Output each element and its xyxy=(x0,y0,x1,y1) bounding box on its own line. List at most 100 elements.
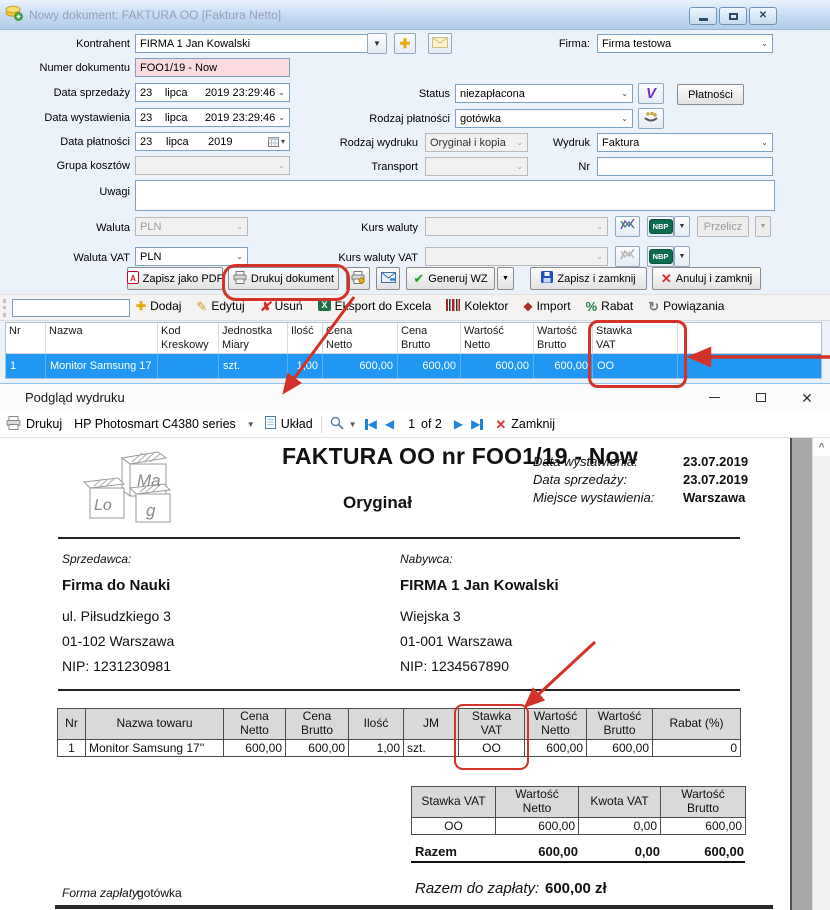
usun-button[interactable]: ✘Usuń xyxy=(260,299,303,313)
maximize-icon xyxy=(729,13,738,20)
item-jm: szt. xyxy=(404,739,459,756)
nbp-vat-dropdown-button[interactable]: ▼ xyxy=(674,246,690,267)
maximize-button[interactable] xyxy=(719,7,747,25)
quick-search-input[interactable] xyxy=(12,299,130,317)
zapisz-pdf-button[interactable]: A Zapisz jako PDF xyxy=(127,267,223,290)
przelicz-button[interactable]: Przelicz xyxy=(697,216,749,237)
preview-drukuj-button[interactable]: Drukuj xyxy=(6,416,62,433)
firma-combo[interactable]: Firma testowa⌄ xyxy=(597,34,773,53)
rodzaj-wydruku-combo[interactable]: Oryginał i kopia⌄ xyxy=(425,133,528,152)
waluta-vat-combo[interactable]: PLN⌄ xyxy=(135,247,248,266)
kurs-waluty-combo[interactable]: ⌄ xyxy=(425,217,608,236)
nbp-vat-button[interactable]: NBP xyxy=(647,246,674,267)
generuj-wz-dropdown-button[interactable]: ▼ xyxy=(497,267,514,290)
data-sprzedazy-field[interactable]: 23 lipca 2019 23:29:46 ⌄ xyxy=(135,83,290,102)
exchange-chart-button[interactable] xyxy=(615,216,640,237)
print-settings-button[interactable] xyxy=(346,267,370,290)
data-platnosci-field[interactable]: 23 lipca 2019 ▾ xyxy=(135,132,290,151)
toolbar-grip[interactable] xyxy=(3,299,6,317)
minimize-icon xyxy=(699,18,708,21)
chart-icon xyxy=(620,218,635,236)
zapisz-zamknij-button[interactable]: Zapisz i zamknij xyxy=(530,267,647,290)
items-grid: Nr Nazwa Kod Kreskowy Jednostka Miary Il… xyxy=(5,322,822,379)
col-cena-brutto[interactable]: Cena Brutto xyxy=(398,323,461,353)
email-button[interactable] xyxy=(428,33,452,54)
zoom-button[interactable]: ▼ xyxy=(330,416,357,433)
zamknij-button[interactable]: ✕ Zamknij xyxy=(495,417,555,431)
add-contractor-button[interactable]: ✚ xyxy=(394,33,416,54)
eksport-excel-button[interactable]: XEksport do Excela xyxy=(318,298,432,314)
col-ilosc[interactable]: Ilość xyxy=(288,323,323,353)
seller-name: Firma do Nauki xyxy=(62,577,170,594)
kontrahent-dropdown-button[interactable]: ▼ xyxy=(367,33,387,54)
exchange-chart-button-disabled[interactable] xyxy=(615,246,640,267)
col-cena-netto[interactable]: Cena Netto xyxy=(323,323,398,353)
col-filler xyxy=(678,323,821,353)
preview-maximize-button[interactable] xyxy=(740,384,782,411)
nbp-button[interactable]: NBP xyxy=(647,216,674,237)
printer-select[interactable]: HP Photosmart C4380 series ▼ xyxy=(74,417,255,431)
send-email-button[interactable] xyxy=(376,267,400,290)
platnosci-button[interactable]: Płatności xyxy=(677,84,744,105)
col-kod-kreskowy[interactable]: Kod Kreskowy xyxy=(158,323,219,353)
next-page-button[interactable]: ▶ xyxy=(454,418,463,430)
col-wartosc-netto[interactable]: Wartość Netto xyxy=(461,323,534,353)
status-combo[interactable]: niezapłacona⌄ xyxy=(455,84,633,103)
transport-combo[interactable]: ⌄ xyxy=(425,157,528,176)
page-number: 1 xyxy=(408,417,415,431)
first-page-button[interactable]: ◀ xyxy=(365,418,377,430)
grupa-kosztow-combo[interactable]: ⌄ xyxy=(135,156,290,175)
drukuj-dokument-button[interactable]: Drukuj dokument xyxy=(228,267,339,290)
dodaj-button[interactable]: ✚Dodaj xyxy=(136,299,181,313)
nr-input[interactable] xyxy=(597,157,773,176)
anuluj-zamknij-button[interactable]: ✕ Anuluj i zamknij xyxy=(652,267,761,290)
kontrahent-combo[interactable]: FIRMA 1 Jan Kowalski xyxy=(135,34,368,53)
preview-scrollbar[interactable]: ^ xyxy=(812,438,830,910)
close-button[interactable]: ✕ xyxy=(749,7,777,25)
prev-page-button[interactable]: ◀ xyxy=(385,418,394,430)
last-page-button[interactable]: ▶ xyxy=(471,418,483,430)
th-wartosc-brutto: Wartość Brutto xyxy=(661,787,746,818)
preview-close-button[interactable]: ✕ xyxy=(786,384,828,411)
data-wystawienia-field[interactable]: 23 lipca 2019 23:29:46 ⌄ xyxy=(135,108,290,127)
preview-minimize-button[interactable] xyxy=(693,384,735,411)
rabat-button[interactable]: %Rabat xyxy=(586,299,634,313)
kolektor-button[interactable]: Kolektor xyxy=(446,299,508,314)
uwagi-textarea[interactable] xyxy=(135,180,775,211)
plus-icon: ✚ xyxy=(400,37,411,50)
cash-hand-button[interactable] xyxy=(638,108,664,129)
numer-dokumentu-input[interactable]: FOO1/19 - Now xyxy=(135,58,290,77)
barcode-icon xyxy=(446,299,460,314)
cell-nr: 1 xyxy=(6,354,46,378)
grid-selected-row[interactable]: 1 Monitor Samsung 17 szt. 1,00 600,00 60… xyxy=(6,354,821,378)
col-nazwa[interactable]: Nazwa xyxy=(46,323,158,353)
col-jednostka-miary[interactable]: Jednostka Miary xyxy=(219,323,288,353)
przelicz-dropdown-button[interactable]: ▼ xyxy=(755,216,771,237)
svg-text:X: X xyxy=(321,300,327,310)
rodzaj-platnosci-combo[interactable]: gotówka⌄ xyxy=(455,109,633,128)
waluta-value: PLN xyxy=(140,221,161,233)
wydruk-combo[interactable]: Faktura⌄ xyxy=(597,133,773,152)
col-nr[interactable]: Nr xyxy=(6,323,46,353)
payments-icon-button[interactable]: V xyxy=(638,83,664,104)
col-wartosc-brutto[interactable]: Wartość Brutto xyxy=(534,323,593,353)
generuj-wz-button[interactable]: ✔ Generuj WZ xyxy=(406,267,495,290)
kurs-waluty-vat-combo[interactable]: ⌄ xyxy=(425,247,608,266)
svg-text:g: g xyxy=(146,501,156,520)
import-button[interactable]: ◆Import xyxy=(523,299,570,313)
excel-icon: X xyxy=(318,298,331,314)
chevron-down-icon: ▼ xyxy=(373,39,381,48)
drukuj-dokument-label: Drukuj dokument xyxy=(251,273,334,285)
waluta-combo[interactable]: PLN⌄ xyxy=(135,217,248,236)
data-wystawienia-label: Data wystawienia xyxy=(10,112,130,124)
edytuj-button[interactable]: ✎Edytuj xyxy=(196,299,244,313)
uklad-button[interactable]: Układ xyxy=(265,416,313,432)
forma-zaplaty-value: gotówka xyxy=(137,886,182,900)
scroll-up-button[interactable]: ^ xyxy=(813,438,830,456)
chevron-down-icon: ⌄ xyxy=(275,88,285,97)
powiazania-button[interactable]: ↻Powiązania xyxy=(648,299,724,313)
envelope-icon xyxy=(432,35,448,53)
nbp-dropdown-button[interactable]: ▼ xyxy=(674,216,690,237)
minimize-button[interactable] xyxy=(689,7,717,25)
col-stawka-vat[interactable]: Stawka VAT xyxy=(593,323,678,353)
